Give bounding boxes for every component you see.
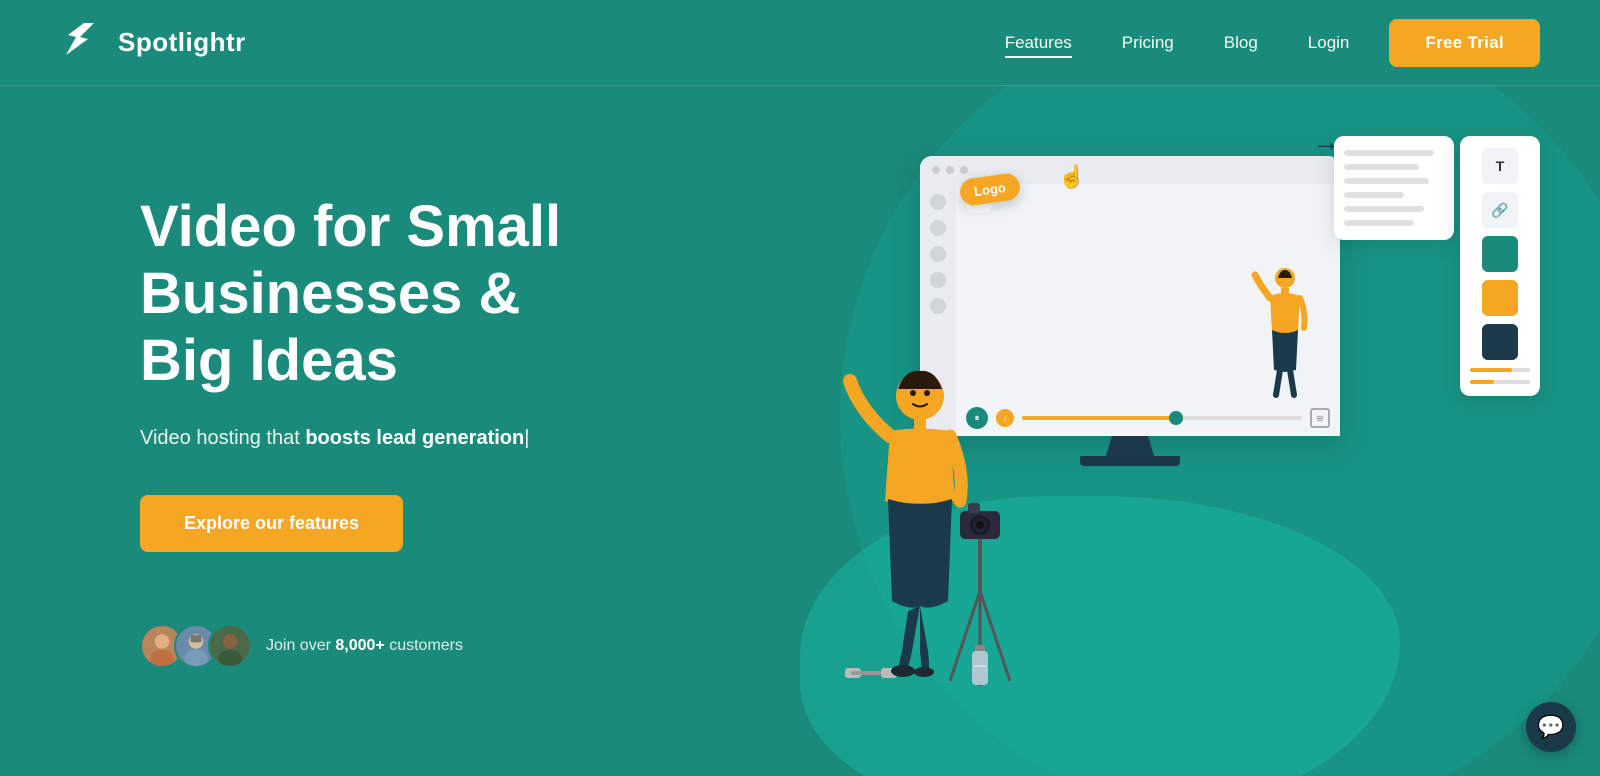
avatar xyxy=(208,624,252,668)
link-icon: 🔗 xyxy=(1491,202,1508,219)
color-swatch-dark[interactable] xyxy=(1482,324,1518,360)
logo-area[interactable]: Spotlightr xyxy=(60,19,246,67)
color-settings-panel: T 🔗 xyxy=(1460,136,1540,396)
hero-section: Video for Small Businesses & Big Ideas V… xyxy=(0,86,1600,776)
link-tool-button[interactable]: 🔗 xyxy=(1482,192,1518,228)
yoga-person-large xyxy=(840,341,1000,686)
settings-list-panel xyxy=(1334,136,1454,240)
nav-link-login[interactable]: Login xyxy=(1308,33,1350,52)
social-proof-text: Join over 8,000+ customers xyxy=(266,637,463,655)
nav-links: Features Pricing Blog Login xyxy=(1005,33,1350,53)
nav-link-features[interactable]: Features xyxy=(1005,33,1072,58)
chat-widget-button[interactable]: 💬 xyxy=(1526,702,1576,752)
social-proof: Join over 8,000+ customers xyxy=(140,624,600,668)
nav-item-login[interactable]: Login xyxy=(1308,33,1350,53)
dot-2 xyxy=(946,166,954,174)
progress-thumb xyxy=(1169,411,1183,425)
text-tool-button[interactable]: T xyxy=(1482,148,1518,184)
nav-item-blog[interactable]: Blog xyxy=(1224,33,1258,53)
expand-button[interactable]: ⊞ xyxy=(1310,408,1330,428)
navbar: Spotlightr Features Pricing Blog Login F… xyxy=(0,0,1600,86)
monitor-base xyxy=(1080,456,1180,466)
progress-fill xyxy=(1022,416,1176,420)
nav-link-pricing[interactable]: Pricing xyxy=(1122,33,1174,52)
slider-2[interactable] xyxy=(1470,380,1530,384)
nav-right: Features Pricing Blog Login Free Trial xyxy=(1005,19,1540,67)
explore-features-button[interactable]: Explore our features xyxy=(140,495,403,552)
dot-1 xyxy=(932,166,940,174)
cursor-icon: ☝ xyxy=(1058,164,1085,190)
chat-icon: 💬 xyxy=(1537,714,1564,740)
free-trial-button[interactable]: Free Trial xyxy=(1389,19,1540,67)
dot-3 xyxy=(960,166,968,174)
monitor-main: ··· ⏸ ♪ xyxy=(956,184,1340,436)
hero-content: Video for Small Businesses & Big Ideas V… xyxy=(0,194,600,667)
monitor-stand xyxy=(1100,436,1160,456)
hero-illustration: ··· ⏸ ♪ xyxy=(840,116,1540,716)
avatar-group xyxy=(140,624,252,668)
color-swatch-teal[interactable] xyxy=(1482,236,1518,272)
nav-item-pricing[interactable]: Pricing xyxy=(1122,33,1174,53)
nav-link-blog[interactable]: Blog xyxy=(1224,33,1258,52)
video-controls: ⏸ ♪ ⊞ xyxy=(956,400,1340,436)
video-content-area: ··· xyxy=(956,184,1340,400)
brand-name: Spotlightr xyxy=(118,27,246,58)
hero-subtitle: Video hosting that boosts lead generatio… xyxy=(140,423,600,453)
nav-item-features[interactable]: Features xyxy=(1005,33,1072,53)
brand-logo-icon xyxy=(60,19,108,67)
progress-bar[interactable] xyxy=(1022,416,1302,420)
slider-1[interactable] xyxy=(1470,368,1530,372)
hero-title: Video for Small Businesses & Big Ideas xyxy=(140,194,600,394)
color-swatch-yellow[interactable] xyxy=(1482,280,1518,316)
